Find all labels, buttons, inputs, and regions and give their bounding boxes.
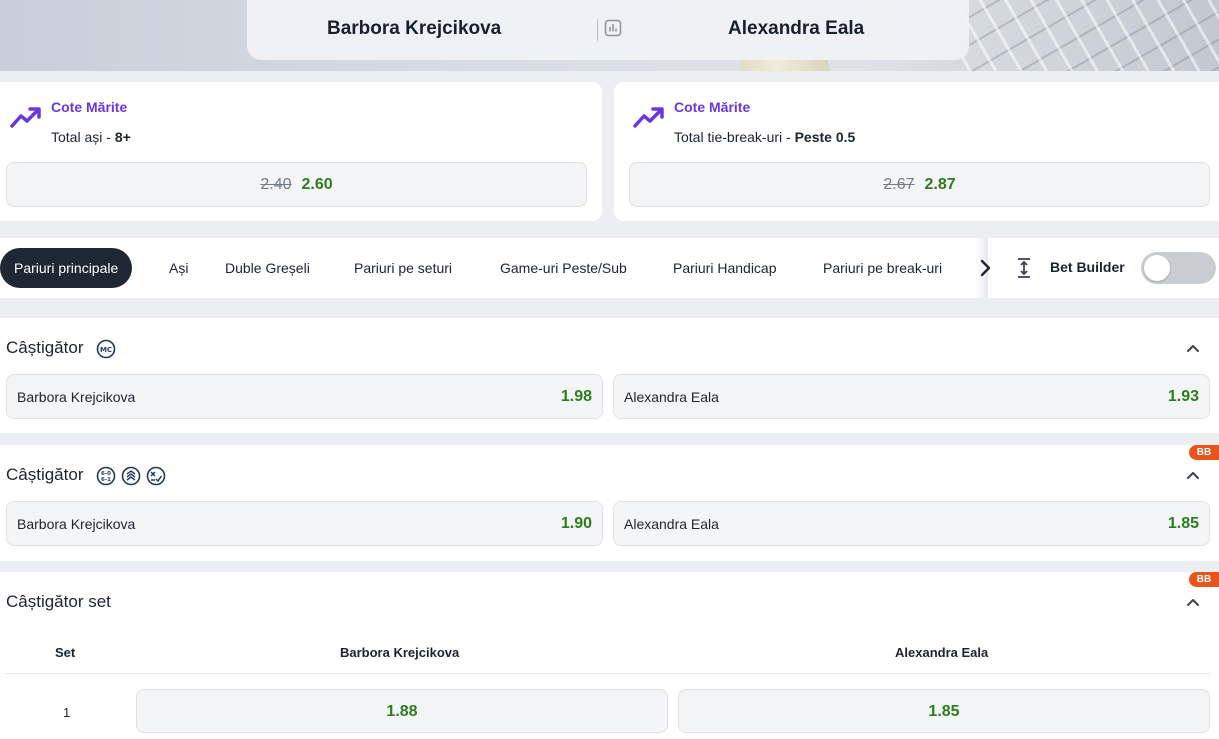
trending-up-icon	[10, 107, 41, 128]
bet-builder-toggle[interactable]	[1141, 252, 1216, 284]
tab-asi[interactable]: Ași	[169, 248, 188, 288]
x-check-icon	[146, 466, 165, 485]
mc-icon: MC	[96, 339, 116, 358]
stack-icon	[121, 466, 141, 485]
boost-market: Total ași -	[51, 129, 115, 145]
tab-pariuri-pe-break-uri[interactable]: Pariuri pe break-uri	[823, 248, 942, 288]
set-score-icon: 6-0 6-1	[96, 466, 116, 485]
set-number: 1	[63, 705, 71, 720]
table-divider	[6, 673, 1211, 674]
toggle-knob	[1144, 255, 1170, 281]
match-header: Barbora Krejcikova Alexandra Eala	[0, 0, 1219, 71]
boost-description: Total tie-break-uri - Peste 0.5	[674, 129, 855, 145]
tab-duble-greseli[interactable]: Duble Greșeli	[225, 248, 310, 288]
boost-description: Total ași - 8+	[51, 129, 131, 145]
column-header-home: Barbora Krejcikova	[340, 645, 460, 660]
selection-name: Alexandra Eala	[624, 516, 719, 532]
selection-odds: 1.98	[560, 388, 592, 405]
boost-title: Cote Mărite	[674, 99, 751, 115]
bet-builder-label: Bet Builder	[1050, 259, 1125, 275]
boost-market: Total tie-break-uri -	[674, 129, 795, 145]
selection-name: Alexandra Eala	[624, 389, 719, 405]
away-player-name: Alexandra Eala	[728, 18, 865, 39]
chevron-up-icon[interactable]	[1185, 467, 1201, 483]
expand-vertical-icon[interactable]	[1014, 256, 1034, 280]
bb-badge: BB	[1189, 572, 1219, 587]
score-card: Barbora Krejcikova Alexandra Eala	[247, 0, 969, 60]
boost-title: Cote Mărite	[51, 99, 128, 115]
market-winner-bb: BB Câștigător 6-0 6-1 Barbora Krejcikova…	[0, 445, 1219, 561]
old-odds: 2.67	[883, 175, 915, 193]
bb-badge: BB	[1189, 445, 1219, 460]
racket-image	[960, 0, 1219, 71]
selection-name: Barbora Krejcikova	[17, 516, 136, 532]
selection-away[interactable]: Alexandra Eala 1.85	[613, 501, 1210, 546]
svg-text:MC: MC	[100, 346, 112, 354]
tab-game-uri-peste-sub[interactable]: Game-uri Peste/Sub	[500, 248, 627, 288]
home-player-name: Barbora Krejcikova	[327, 18, 502, 39]
svg-text:6-1: 6-1	[101, 477, 111, 483]
selection-away[interactable]: Alexandra Eala 1.93	[613, 374, 1210, 419]
selection-home[interactable]: Barbora Krejcikova 1.98	[6, 374, 603, 419]
market-title-text: Câștigător	[6, 465, 84, 484]
selection-odds: 1.85	[1167, 515, 1199, 532]
market-title-text: Câștigător	[6, 338, 84, 357]
chevron-up-icon[interactable]	[1185, 340, 1201, 356]
boost-selection: 8+	[114, 129, 131, 145]
selection-home[interactable]: Barbora Krejcikova 1.90	[6, 501, 603, 546]
boost-card-aces: Cote Mărite Total ași - 8+ 2.40 2.60	[0, 82, 602, 221]
new-odds: 2.60	[301, 175, 333, 193]
boost-odds-button[interactable]: 2.40 2.60	[6, 162, 587, 207]
market-title[interactable]: Câștigător MC	[6, 338, 116, 359]
trending-up-icon	[633, 107, 664, 128]
boost-selection: Peste 0.5	[794, 129, 856, 145]
tab-pariuri-pe-seturi[interactable]: Pariuri pe seturi	[354, 248, 452, 288]
market-title[interactable]: Câștigător 6-0 6-1	[6, 465, 166, 486]
column-header-away: Alexandra Eala	[895, 645, 989, 660]
market-title[interactable]: Câștigător set	[6, 592, 111, 612]
set-odds-home[interactable]: 1.88	[136, 689, 668, 733]
column-header-set: Set	[55, 645, 76, 660]
tab-pariuri-principale[interactable]: Pariuri principale	[0, 248, 133, 288]
chevron-up-icon[interactable]	[1185, 594, 1201, 610]
selection-name: Barbora Krejcikova	[17, 389, 136, 405]
old-odds: 2.40	[260, 175, 292, 193]
boost-odds-button[interactable]: 2.67 2.87	[629, 162, 1210, 207]
stats-icon[interactable]	[597, 19, 622, 41]
selection-odds: 1.93	[1167, 388, 1199, 405]
tab-pariuri-handicap[interactable]: Pariuri Handicap	[673, 248, 777, 288]
set-odds-away[interactable]: 1.85	[678, 689, 1210, 733]
new-odds: 2.87	[924, 175, 956, 193]
chevron-right-icon[interactable]	[976, 256, 996, 280]
selection-odds: 1.90	[560, 515, 592, 532]
boost-card-tiebreaks: Cote Mărite Total tie-break-uri - Peste …	[614, 82, 1219, 221]
market-winner: Câștigător MC Barbora Krejcikova 1.98 Al…	[0, 318, 1219, 433]
market-tabs: Pariuri principale Ași Duble Greșeli Par…	[0, 238, 1219, 298]
